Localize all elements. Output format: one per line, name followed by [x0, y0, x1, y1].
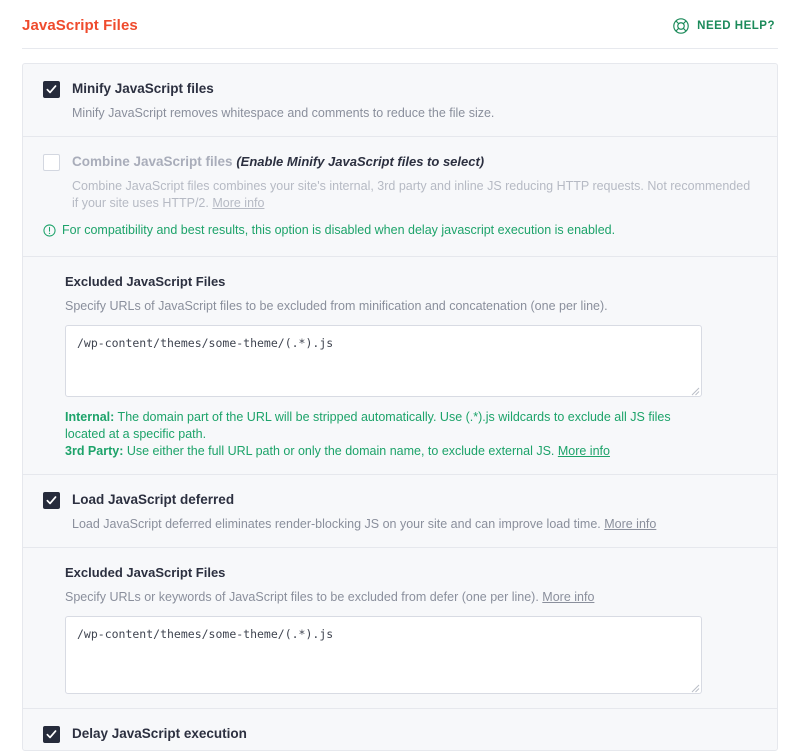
- excluded-defer-more-info-link[interactable]: More info: [542, 590, 594, 604]
- info-circle-icon: [43, 222, 56, 242]
- combine-hint: (Enable Minify JavaScript files to selec…: [236, 154, 484, 169]
- thirdparty-help-label: 3rd Party:: [65, 444, 123, 458]
- internal-help-text: The domain part of the URL will be strip…: [65, 410, 671, 441]
- delay-label: Delay JavaScript execution: [72, 725, 757, 743]
- thirdparty-help-text: Use either the full URL path or only the…: [123, 444, 558, 458]
- setting-row-minify: Minify JavaScript files Minify JavaScrip…: [23, 64, 777, 137]
- excluded-minify-more-info-link[interactable]: More info: [558, 444, 610, 458]
- excluded-defer-title: Excluded JavaScript Files: [65, 564, 757, 582]
- page-title: JavaScript Files: [22, 16, 138, 36]
- combine-label: Combine JavaScript files: [72, 154, 233, 169]
- setting-row-defer: Load JavaScript deferred Load JavaScript…: [23, 475, 777, 548]
- lifebuoy-icon: [672, 17, 690, 35]
- defer-more-info-link[interactable]: More info: [604, 517, 656, 531]
- excluded-defer-textarea[interactable]: /wp-content/themes/some-theme/(.*).js: [65, 616, 702, 694]
- combine-description: Combine JavaScript files combines your s…: [72, 179, 750, 210]
- excluded-minify-textarea[interactable]: /wp-content/themes/some-theme/(.*).js: [65, 325, 702, 397]
- javascript-files-page: JavaScript Files NEED HELP?: [0, 0, 800, 744]
- minify-javascript-files-checkbox[interactable]: [43, 81, 60, 98]
- internal-help-label: Internal:: [65, 410, 114, 424]
- setting-row-excluded-minify: Excluded JavaScript Files Specify URLs o…: [23, 257, 777, 475]
- setting-row-excluded-defer: Excluded JavaScript Files Specify URLs o…: [23, 548, 777, 709]
- combine-notice: For compatibility and best results, this…: [43, 222, 757, 242]
- combine-notice-text: For compatibility and best results, this…: [62, 222, 615, 239]
- excluded-minify-help: Internal: The domain part of the URL wil…: [65, 409, 705, 460]
- delay-javascript-execution-checkbox[interactable]: [43, 726, 60, 743]
- defer-label: Load JavaScript deferred: [72, 491, 757, 509]
- combine-more-info-link[interactable]: More info: [212, 196, 264, 210]
- minify-label: Minify JavaScript files: [72, 80, 757, 98]
- minify-description: Minify JavaScript removes whitespace and…: [72, 105, 757, 122]
- excluded-defer-description: Specify URLs or keywords of JavaScript f…: [65, 590, 542, 604]
- defer-description: Load JavaScript deferred eliminates rend…: [72, 517, 604, 531]
- header-divider: [22, 48, 778, 49]
- need-help-label: NEED HELP?: [697, 20, 775, 32]
- excluded-minify-title: Excluded JavaScript Files: [65, 273, 757, 291]
- settings-card: Minify JavaScript files Minify JavaScrip…: [22, 63, 778, 751]
- panel-header: JavaScript Files NEED HELP?: [0, 0, 800, 40]
- setting-row-combine: Combine JavaScript files (Enable Minify …: [23, 137, 777, 257]
- excluded-minify-description: Specify URLs of JavaScript files to be e…: [65, 298, 757, 315]
- load-javascript-deferred-checkbox[interactable]: [43, 492, 60, 509]
- setting-row-delay: Delay JavaScript execution Improves perf…: [23, 709, 777, 751]
- combine-javascript-files-checkbox[interactable]: [43, 154, 60, 171]
- need-help-button[interactable]: NEED HELP?: [672, 17, 778, 35]
